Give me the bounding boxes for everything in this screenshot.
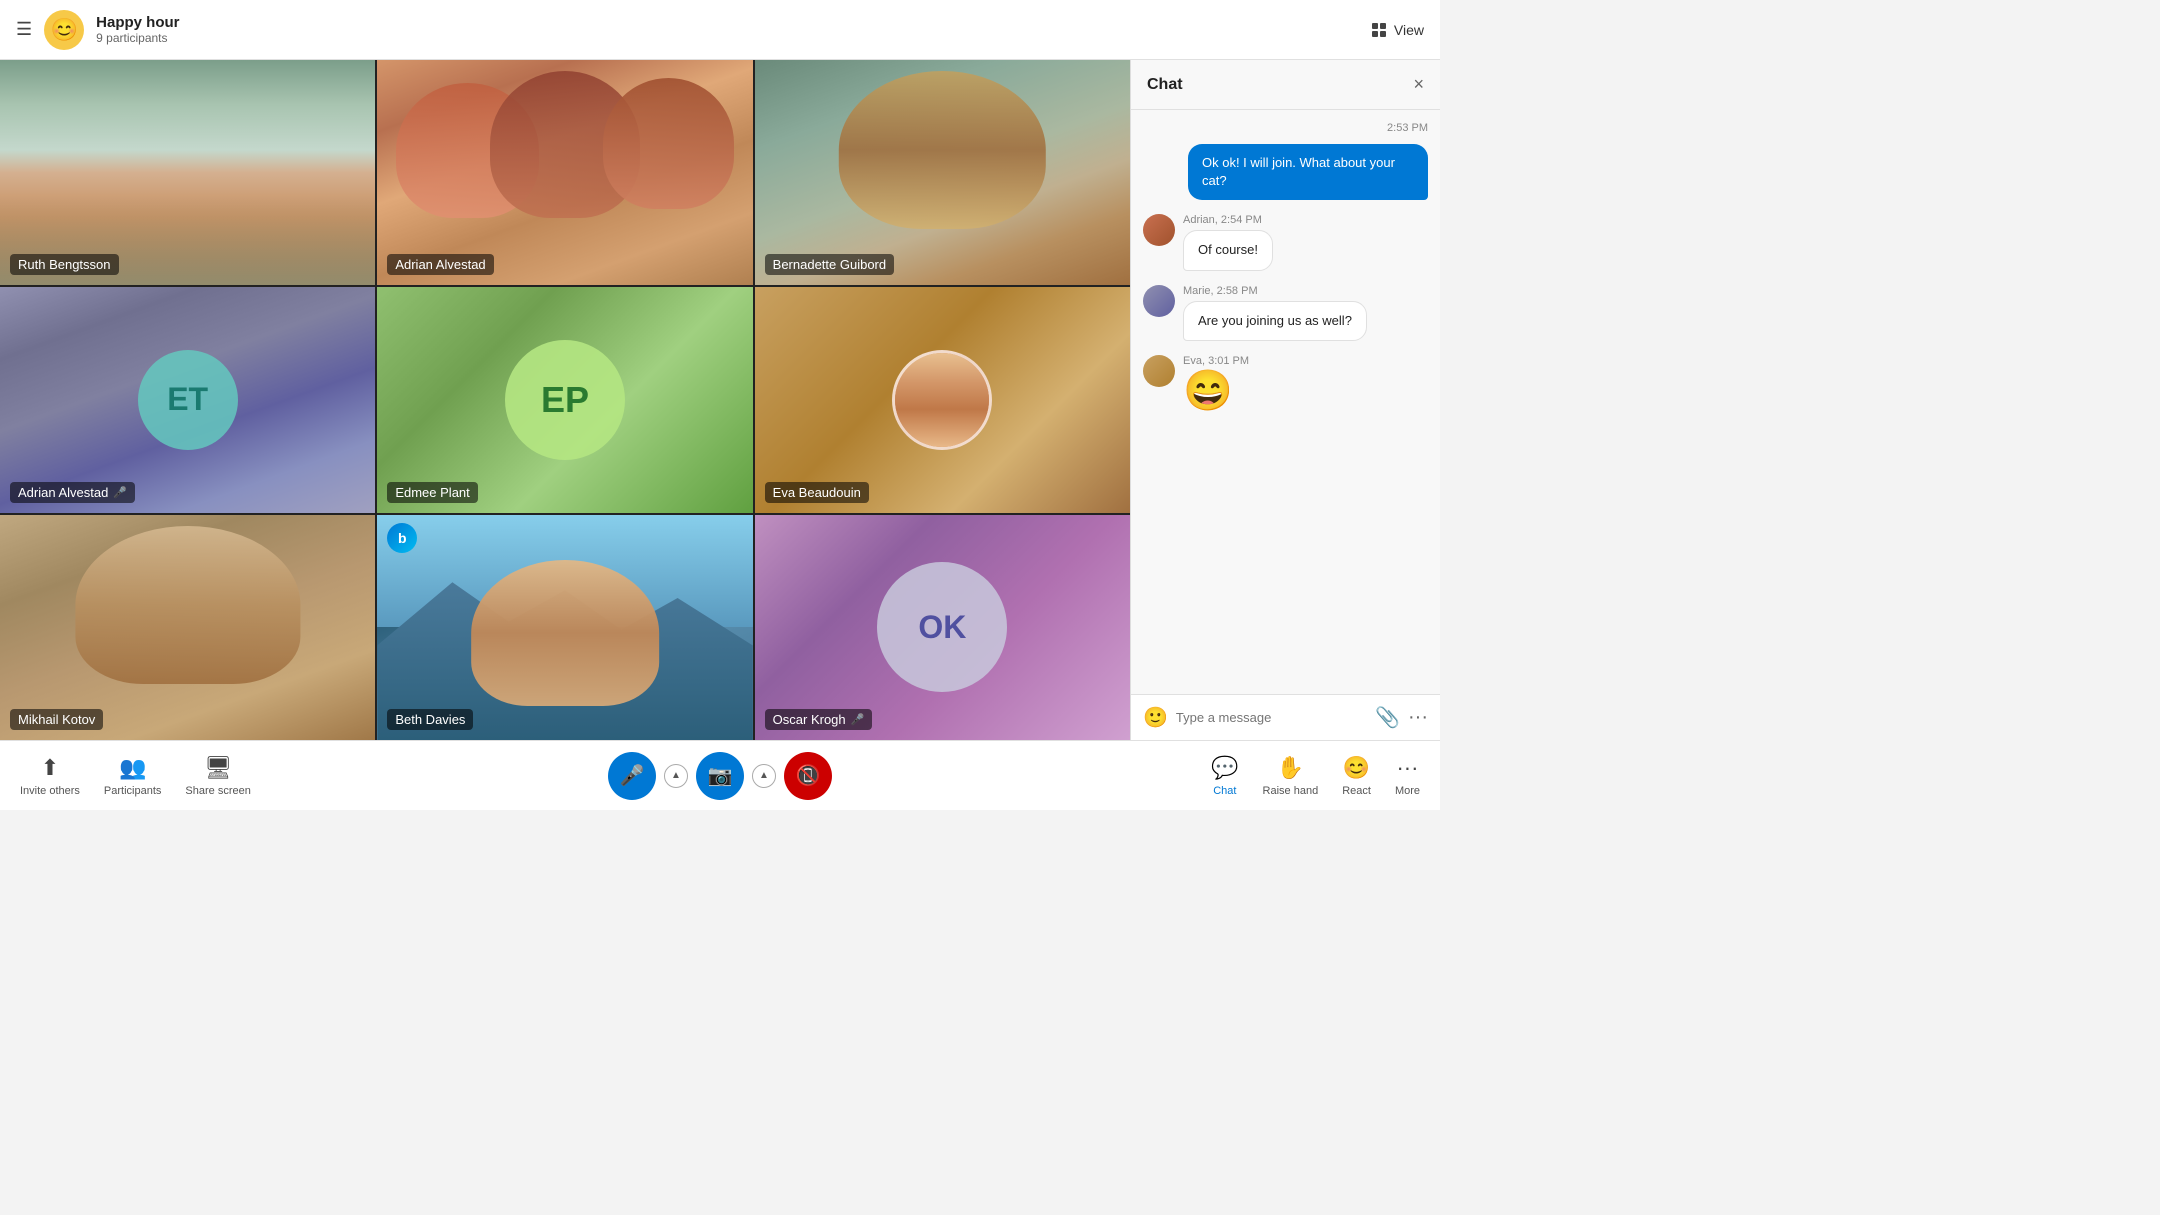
participants-button[interactable]: 👥 Participants <box>104 755 161 797</box>
message-sent-1: 2:53 PM Ok ok! I will join. What about y… <box>1143 122 1428 200</box>
video-tile-et[interactable]: ET Adrian Alvestad 🎤 <box>0 287 375 512</box>
message-content-marie: Marie, 2:58 PM Are you joining us as wel… <box>1183 285 1367 341</box>
meeting-participants: 9 participants <box>96 31 179 45</box>
bubble-received-adrian: Of course! <box>1183 230 1273 270</box>
chat-input[interactable] <box>1176 710 1367 725</box>
share-screen-icon: 🖥 <box>204 755 232 781</box>
name-badge-et: Adrian Alvestad 🎤 <box>10 482 135 503</box>
video-tile-mikhail[interactable]: Mikhail Kotov <box>0 515 375 740</box>
attach-file-button[interactable]: 📎 <box>1375 705 1400 730</box>
share-screen-button[interactable]: 🖥 Share screen <box>185 755 250 797</box>
video-tile-bernadette[interactable]: Bernadette Guibord <box>755 60 1130 285</box>
chat-messages: 2:53 PM Ok ok! I will join. What about y… <box>1131 110 1440 694</box>
oscar-muted-icon: 🎤 <box>851 713 865 726</box>
video-grid: Ruth Bengtsson Adrian Alvestad Bernadett… <box>0 60 1130 740</box>
participants-label: Participants <box>104 785 161 797</box>
bubble-sent-1: Ok ok! I will join. What about your cat? <box>1188 144 1428 200</box>
emoji-picker-button[interactable]: 🙂 <box>1143 705 1168 730</box>
message-content-adrian: Adrian, 2:54 PM Of course! <box>1183 214 1273 270</box>
name-badge-eva: Eva Beaudouin <box>765 482 869 503</box>
message-content-eva: Eva, 3:01 PM 😄 <box>1183 355 1249 411</box>
chat-input-area: 🙂 📎 ··· <box>1131 694 1440 740</box>
more-label: More <box>1395 785 1420 797</box>
muted-icon: 🎤 <box>113 486 127 499</box>
chat-icon: 💬 <box>1211 755 1238 781</box>
mic-options-chevron[interactable]: ▲ <box>664 764 688 788</box>
bottom-toolbar: ⬆ Invite others 👥 Participants 🖥 Share s… <box>0 740 1440 810</box>
toolbar-right: 💬 Chat ✋ Raise hand 😊 React ··· More <box>1211 755 1420 797</box>
avatar-eva-chat <box>1143 355 1175 387</box>
name-badge-mikhail: Mikhail Kotov <box>10 709 103 730</box>
more-icon: ··· <box>1396 755 1418 781</box>
avatar-et: ET <box>138 350 238 450</box>
chat-button[interactable]: 💬 Chat <box>1211 755 1238 797</box>
react-icon: 😊 <box>1343 755 1370 781</box>
more-chat-options-button[interactable]: ··· <box>1408 706 1428 729</box>
header-left: ☰ 😊 Happy hour 9 participants <box>16 10 1372 50</box>
avatar-ep: EP <box>505 340 625 460</box>
center-controls: 🎤 ▲ 📷 ▲ 📵 <box>608 752 832 800</box>
mute-button[interactable]: 🎤 <box>608 752 656 800</box>
name-badge-adrian-top: Adrian Alvestad <box>387 254 493 275</box>
name-badge-edmee: Edmee Plant <box>387 482 477 503</box>
avatar-ok: OK <box>877 562 1007 692</box>
raise-hand-button[interactable]: ✋ Raise hand <box>1263 755 1319 797</box>
sender-time-eva: Eva, 3:01 PM <box>1183 355 1249 367</box>
meeting-title: Happy hour <box>96 14 179 31</box>
more-button[interactable]: ··· More <box>1395 755 1420 797</box>
video-tile-ep[interactable]: EP Edmee Plant <box>377 287 752 512</box>
name-badge-ruth: Ruth Bengtsson <box>10 254 119 275</box>
end-call-button[interactable]: 📵 <box>784 752 832 800</box>
video-tile-eva[interactable]: Eva Beaudouin <box>755 287 1130 512</box>
video-tile-oscar[interactable]: OK Oscar Krogh 🎤 <box>755 515 1130 740</box>
toolbar-left: ⬆ Invite others 👥 Participants 🖥 Share s… <box>20 755 251 797</box>
avatar-adrian <box>1143 214 1175 246</box>
meeting-emoji: 😊 <box>44 10 84 50</box>
sender-time-adrian: Adrian, 2:54 PM <box>1183 214 1273 226</box>
chat-label: Chat <box>1213 785 1236 797</box>
message-received-adrian: Adrian, 2:54 PM Of course! <box>1143 214 1428 270</box>
react-label: React <box>1342 785 1371 797</box>
grid-view-icon <box>1372 23 1386 37</box>
message-received-eva: Eva, 3:01 PM 😄 <box>1143 355 1428 411</box>
header: ☰ 😊 Happy hour 9 participants View <box>0 0 1440 60</box>
bing-icon: b <box>387 523 417 553</box>
participants-icon-wrap: 👥 <box>119 755 146 781</box>
camera-button[interactable]: 📷 <box>696 752 744 800</box>
raise-hand-icon: ✋ <box>1277 755 1304 781</box>
video-tile-beth[interactable]: b Beth Davies <box>377 515 752 740</box>
hamburger-icon[interactable]: ☰ <box>16 19 32 40</box>
view-button[interactable]: View <box>1372 22 1424 38</box>
chat-panel-title: Chat <box>1147 76 1183 94</box>
message-time-sent: 2:53 PM <box>1387 122 1428 134</box>
share-screen-label: Share screen <box>185 785 250 797</box>
raise-hand-label: Raise hand <box>1263 785 1319 797</box>
video-tile-ruth[interactable]: Ruth Bengtsson <box>0 60 375 285</box>
emoji-message-eva: 😄 <box>1183 371 1249 411</box>
video-tile-adrian-top[interactable]: Adrian Alvestad <box>377 60 752 285</box>
bubble-received-marie: Are you joining us as well? <box>1183 301 1367 341</box>
participants-icon: 👥 <box>119 755 146 780</box>
message-received-marie: Marie, 2:58 PM Are you joining us as wel… <box>1143 285 1428 341</box>
chat-panel: Chat × 2:53 PM Ok ok! I will join. What … <box>1130 60 1440 740</box>
name-badge-oscar: Oscar Krogh 🎤 <box>765 709 873 730</box>
view-label: View <box>1394 22 1424 38</box>
meeting-info: Happy hour 9 participants <box>96 14 179 45</box>
eva-photo <box>892 350 992 450</box>
avatar-marie <box>1143 285 1175 317</box>
cam-options-chevron[interactable]: ▲ <box>752 764 776 788</box>
close-chat-button[interactable]: × <box>1413 74 1424 95</box>
sender-time-marie: Marie, 2:58 PM <box>1183 285 1367 297</box>
invite-icon: ⬆ <box>41 755 59 781</box>
react-button[interactable]: 😊 React <box>1342 755 1371 797</box>
invite-label: Invite others <box>20 785 80 797</box>
chat-header: Chat × <box>1131 60 1440 110</box>
invite-others-button[interactable]: ⬆ Invite others <box>20 755 80 797</box>
main-content: Ruth Bengtsson Adrian Alvestad Bernadett… <box>0 60 1440 740</box>
name-badge-bernadette: Bernadette Guibord <box>765 254 894 275</box>
name-badge-beth: Beth Davies <box>387 709 473 730</box>
